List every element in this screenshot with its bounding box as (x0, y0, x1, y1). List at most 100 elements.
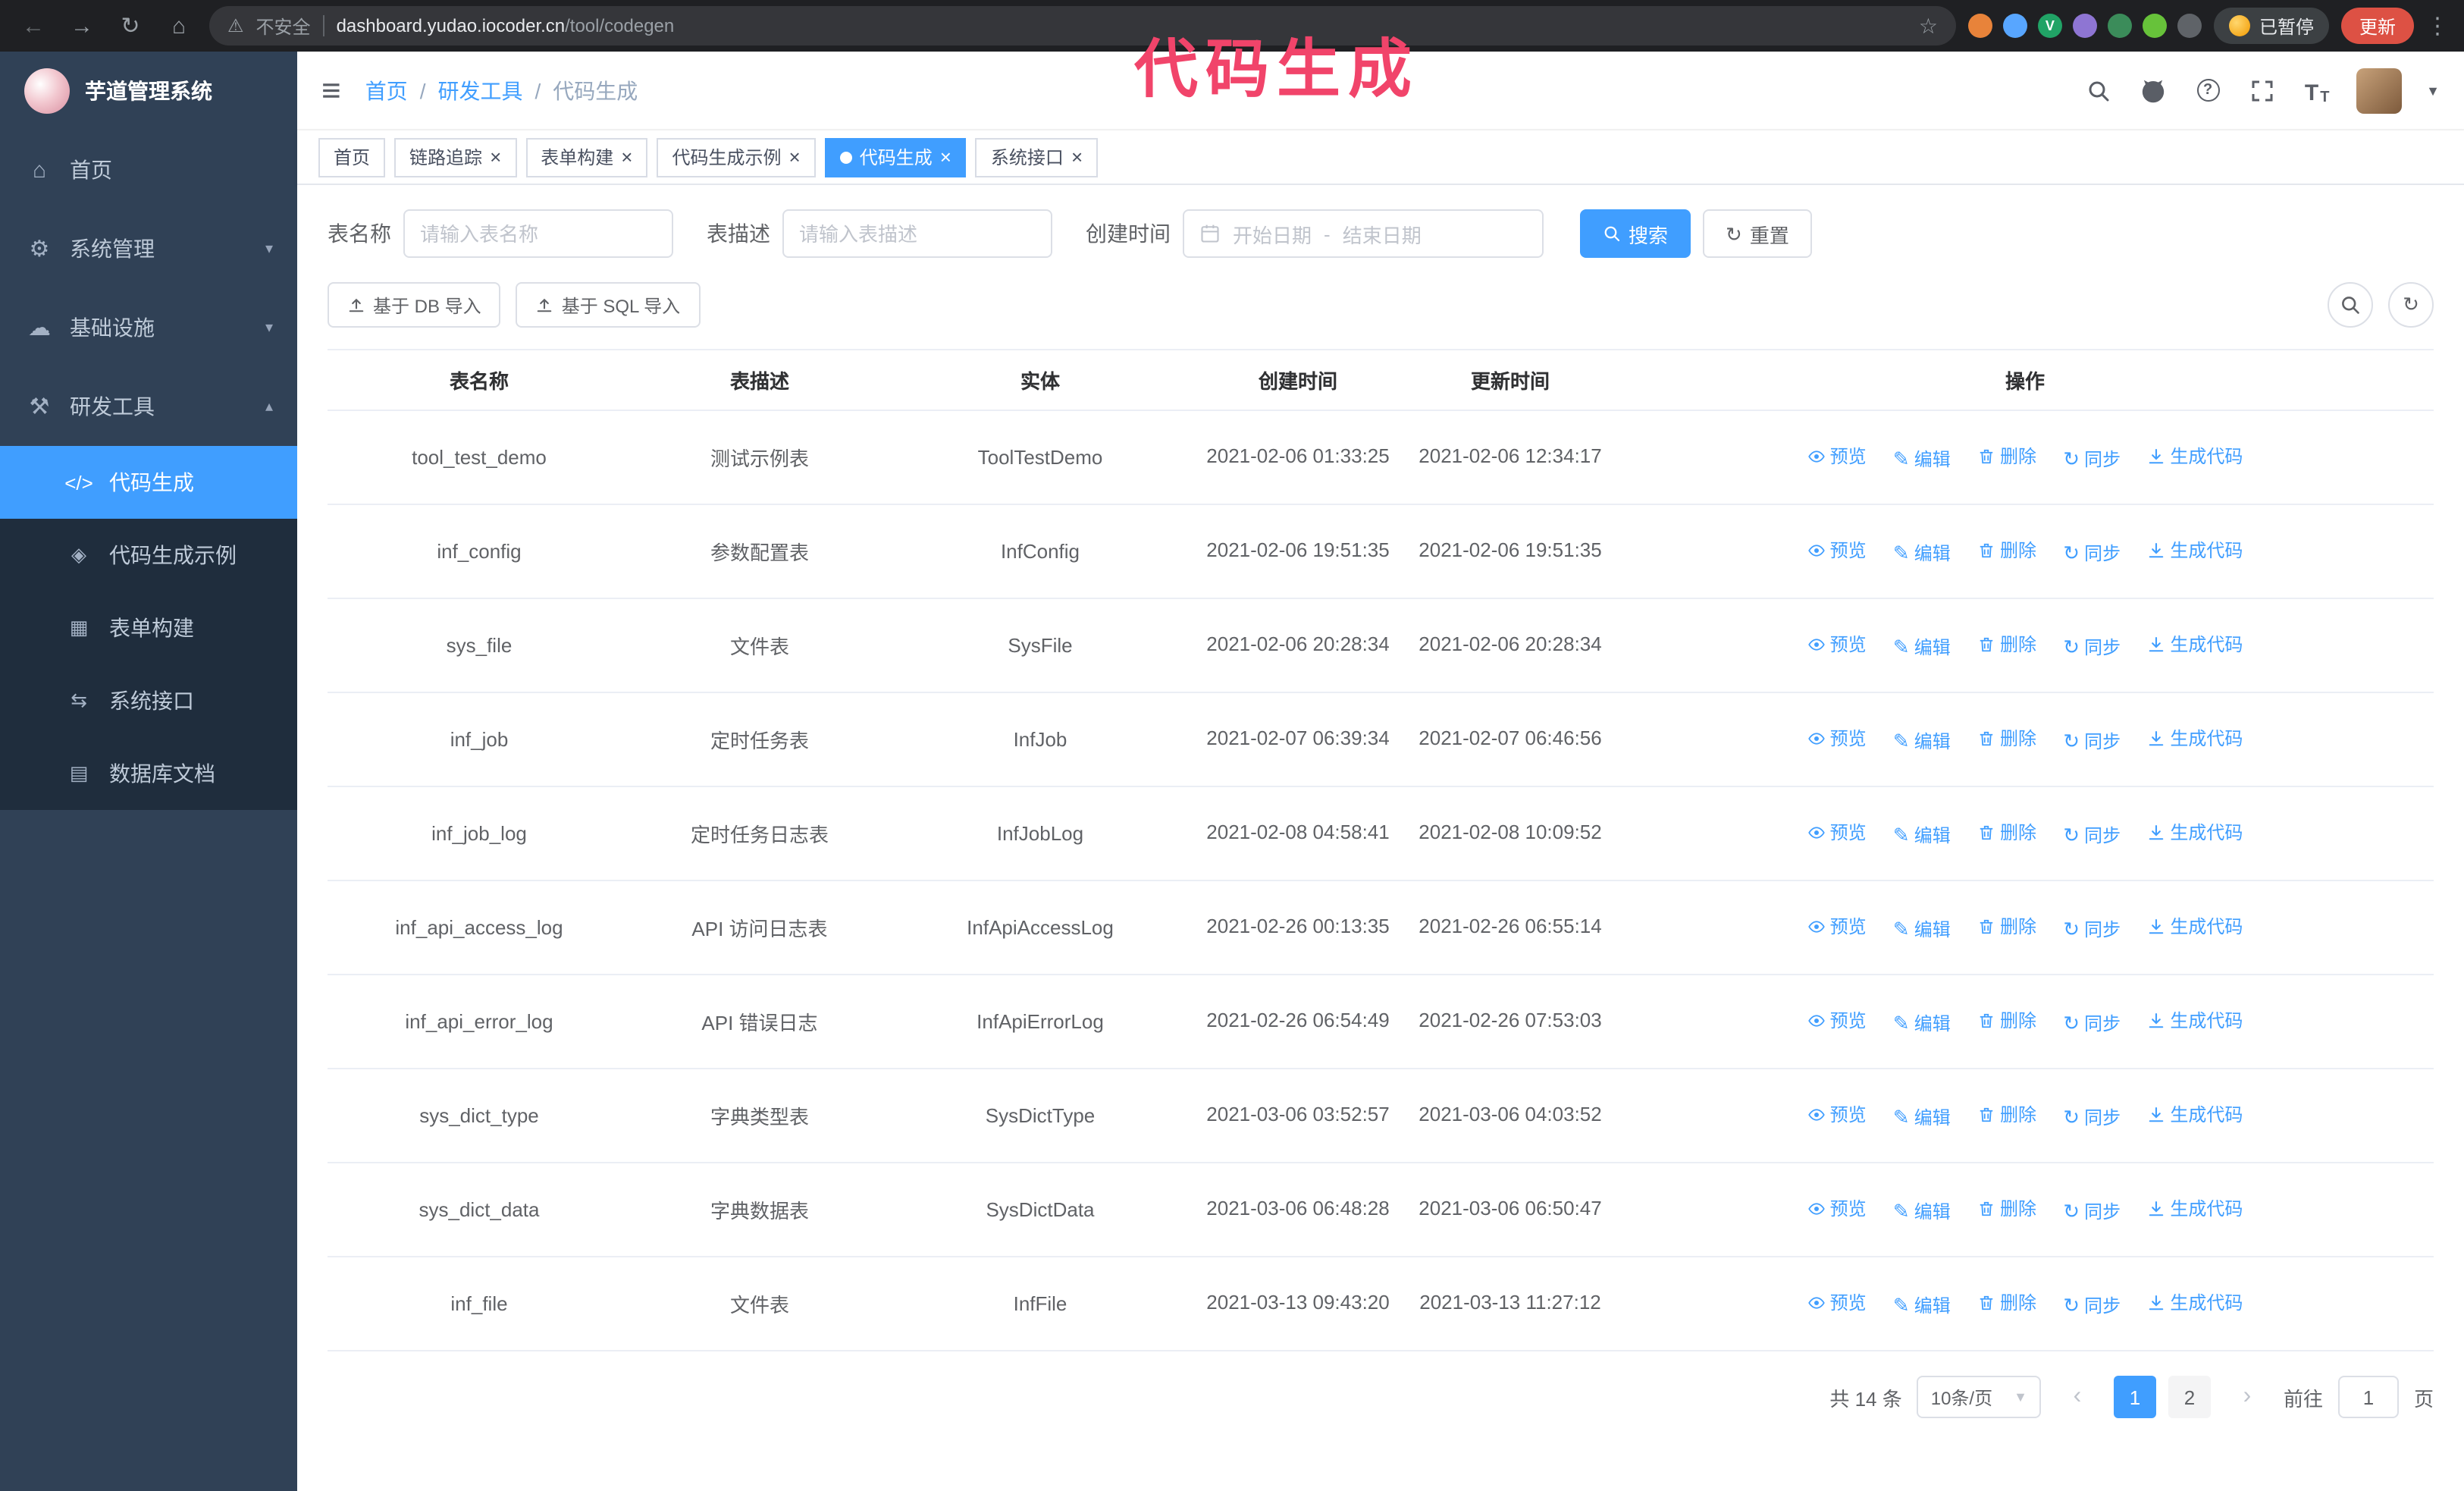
delete-link[interactable]: 删除 (1977, 1102, 2036, 1128)
table-row[interactable]: inf_api_access_log API 访问日志表 InfApiAcces… (328, 880, 2434, 975)
profile-paused-chip[interactable]: 已暂停 (2213, 8, 2329, 44)
breadcrumb-home[interactable]: 首页 (365, 75, 408, 105)
generate-code-link[interactable]: 生成代码 (2147, 632, 2243, 658)
preview-link[interactable]: 预览 (1807, 538, 1867, 563)
table-row[interactable]: inf_api_error_log API 错误日志 InfApiErrorLo… (328, 975, 2434, 1069)
next-page-button[interactable]: › (2226, 1376, 2268, 1418)
sync-link[interactable]: ↻ 同步 (2063, 1010, 2121, 1036)
table-row[interactable]: sys_dict_data 字典数据表 SysDictData 2021-03-… (328, 1163, 2434, 1257)
delete-link[interactable]: 删除 (1977, 914, 2036, 940)
search-icon[interactable] (2083, 75, 2114, 105)
preview-link[interactable]: 预览 (1807, 1008, 1867, 1034)
table-row[interactable]: tool_test_demo 测试示例表 ToolTestDemo 2021-0… (328, 410, 2434, 505)
sync-link[interactable]: ↻ 同步 (2063, 1104, 2121, 1130)
sidebar-item-system-management[interactable]: ⚙ 系统管理 ▾ (0, 209, 297, 288)
delete-link[interactable]: 删除 (1977, 820, 2036, 846)
preview-link[interactable]: 预览 (1807, 726, 1867, 752)
user-avatar[interactable] (2356, 67, 2403, 113)
extension-icon-puzzle[interactable] (2177, 14, 2202, 38)
generate-code-link[interactable]: 生成代码 (2147, 726, 2243, 752)
toggle-search-button[interactable] (2328, 282, 2373, 328)
sync-link[interactable]: ↻ 同步 (2063, 634, 2121, 660)
browser-home-icon[interactable]: ⌂ (161, 8, 197, 44)
reset-button[interactable]: ↻ 重置 (1703, 209, 1812, 258)
sidebar-item-home[interactable]: ⌂ 首页 (0, 130, 297, 209)
refresh-table-button[interactable]: ↻ (2388, 282, 2434, 328)
table-row[interactable]: sys_dict_type 字典类型表 SysDictType 2021-03-… (328, 1069, 2434, 1163)
date-range-picker[interactable]: 开始日期 - 结束日期 (1183, 209, 1544, 258)
search-button[interactable]: 搜索 (1580, 209, 1691, 258)
page-button-2[interactable]: 2 (2168, 1376, 2211, 1418)
delete-link[interactable]: 删除 (1977, 1196, 2036, 1222)
sidebar-sub-item[interactable]: </> 代码生成 (0, 446, 297, 519)
delete-link[interactable]: 删除 (1977, 1290, 2036, 1316)
start-date-placeholder[interactable]: 开始日期 (1233, 219, 1312, 248)
preview-link[interactable]: 预览 (1807, 1290, 1867, 1316)
edit-link[interactable]: ✎ 编辑 (1893, 634, 1951, 660)
edit-link[interactable]: ✎ 编辑 (1893, 822, 1951, 848)
fullscreen-icon[interactable] (2247, 75, 2277, 105)
bookmark-star-icon[interactable]: ☆ (1919, 13, 1938, 39)
tag-close-icon[interactable]: × (789, 147, 801, 167)
extension-icon-green-v[interactable]: V (2037, 14, 2062, 38)
generate-code-link[interactable]: 生成代码 (2147, 1102, 2243, 1128)
delete-link[interactable]: 删除 (1977, 538, 2036, 563)
sidebar-item-infrastructure[interactable]: ☁ 基础设施 ▾ (0, 288, 297, 367)
sidebar-sub-item[interactable]: ◈ 代码生成示例 (0, 519, 297, 592)
tag-close-icon[interactable]: × (621, 147, 632, 167)
table-row[interactable]: inf_config 参数配置表 InfConfig 2021-02-06 19… (328, 504, 2434, 599)
table-desc-input[interactable] (799, 222, 1036, 245)
delete-link[interactable]: 删除 (1977, 726, 2036, 752)
edit-link[interactable]: ✎ 编辑 (1893, 540, 1951, 566)
edit-link[interactable]: ✎ 编辑 (1893, 728, 1951, 754)
generate-code-link[interactable]: 生成代码 (2147, 820, 2243, 846)
tag-item[interactable]: 链路追踪 × (394, 137, 517, 177)
sync-link[interactable]: ↻ 同步 (2063, 1292, 2121, 1318)
browser-reload-icon[interactable]: ↻ (112, 8, 149, 44)
address-bar[interactable]: ⚠ 不安全 dashboard.yudao.iocoder.cn/tool/co… (209, 6, 1956, 46)
sidebar-sub-item[interactable]: ⇆ 系统接口 (0, 664, 297, 737)
goto-page-input[interactable] (2337, 1376, 2399, 1418)
sidebar-sub-item[interactable]: ▦ 表单构建 (0, 592, 297, 664)
tag-close-icon[interactable]: × (490, 147, 501, 167)
font-size-icon[interactable]: TT (2302, 75, 2332, 105)
edit-link[interactable]: ✎ 编辑 (1893, 1292, 1951, 1318)
sync-link[interactable]: ↻ 同步 (2063, 916, 2121, 942)
page-button-1[interactable]: 1 (2113, 1376, 2156, 1418)
browser-forward-icon[interactable]: → (64, 8, 100, 44)
sync-link[interactable]: ↻ 同步 (2063, 728, 2121, 754)
tag-item[interactable]: 代码生成 × (824, 137, 967, 177)
logo-row[interactable]: 芋道管理系统 (0, 52, 297, 130)
end-date-placeholder[interactable]: 结束日期 (1343, 219, 1422, 248)
delete-link[interactable]: 删除 (1977, 1008, 2036, 1034)
table-row[interactable]: inf_file 文件表 InfFile 2021-03-13 09:43:20… (328, 1257, 2434, 1351)
sync-link[interactable]: ↻ 同步 (2063, 822, 2121, 848)
tag-item[interactable]: 系统接口 × (975, 137, 1099, 177)
preview-link[interactable]: 预览 (1807, 914, 1867, 940)
preview-link[interactable]: 预览 (1807, 1102, 1867, 1128)
github-icon[interactable] (2138, 75, 2168, 105)
table-name-input[interactable] (420, 222, 657, 245)
tag-item[interactable]: 代码生成示例 × (657, 137, 816, 177)
table-row[interactable]: sys_file 文件表 SysFile 2021-02-06 20:28:34… (328, 598, 2434, 693)
tag-item[interactable]: 首页 (318, 137, 386, 177)
tag-close-icon[interactable]: × (940, 147, 951, 167)
edit-link[interactable]: ✎ 编辑 (1893, 1104, 1951, 1130)
sidebar-sub-item[interactable]: ▤ 数据库文档 (0, 737, 297, 810)
import-db-button[interactable]: 基于 DB 导入 (328, 282, 501, 328)
edit-link[interactable]: ✎ 编辑 (1893, 1010, 1951, 1036)
hamburger-icon[interactable]: ≡ (321, 73, 341, 107)
generate-code-link[interactable]: 生成代码 (2147, 914, 2243, 940)
sync-link[interactable]: ↻ 同步 (2063, 446, 2121, 472)
sync-link[interactable]: ↻ 同步 (2063, 540, 2121, 566)
edit-link[interactable]: ✎ 编辑 (1893, 1198, 1951, 1224)
prev-page-button[interactable]: ‹ (2056, 1376, 2099, 1418)
extension-icon-lightblue[interactable] (2002, 14, 2027, 38)
generate-code-link[interactable]: 生成代码 (2147, 444, 2243, 469)
page-size-select[interactable]: 10条/页 ▼ (1917, 1376, 2041, 1418)
preview-link[interactable]: 预览 (1807, 820, 1867, 846)
edit-link[interactable]: ✎ 编辑 (1893, 916, 1951, 942)
generate-code-link[interactable]: 生成代码 (2147, 1008, 2243, 1034)
user-caret-down-icon[interactable]: ▼ (2426, 83, 2440, 98)
help-icon[interactable]: ? (2193, 75, 2223, 105)
